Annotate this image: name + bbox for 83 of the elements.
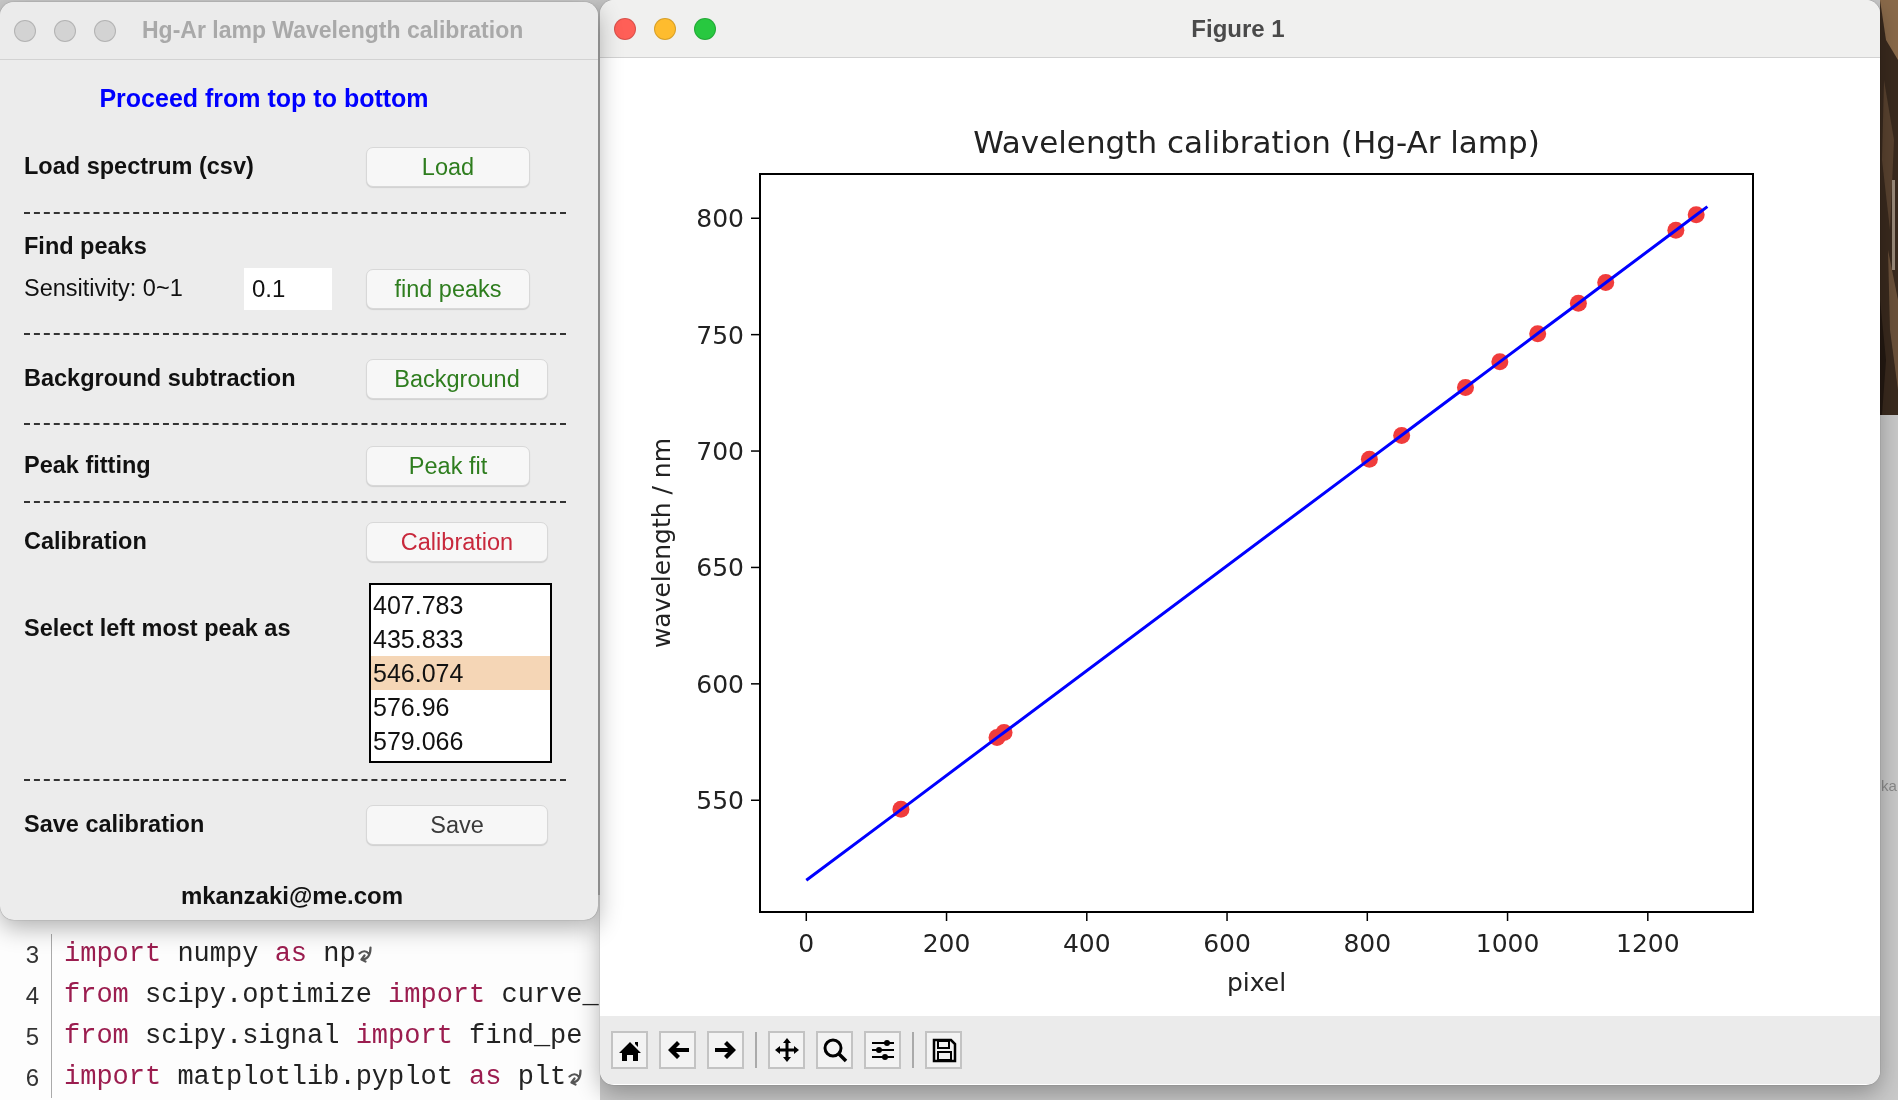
data-point — [892, 800, 910, 818]
tick-label: 650 — [696, 553, 744, 583]
toolbar-button[interactable] — [659, 1031, 696, 1069]
section-label: Calibration — [24, 527, 148, 557]
toolbar-button[interactable] — [768, 1031, 805, 1069]
tick-label: 600 — [1203, 929, 1251, 958]
tick-label: 800 — [696, 204, 744, 234]
toolbar-button[interactable] — [707, 1031, 744, 1069]
section-label: Find peaks — [24, 231, 148, 261]
axis-label: pixel — [1226, 968, 1287, 997]
data-point — [1569, 294, 1587, 312]
toolbar-button[interactable] — [816, 1031, 853, 1069]
peak-listbox[interactable]: 407.783 435.833 546.074 576.96 579.066 — [369, 583, 552, 763]
background-text: ka — [1881, 778, 1897, 793]
data-point — [1687, 206, 1705, 224]
tick-label: 800 — [1343, 929, 1392, 958]
data-point — [1597, 274, 1615, 291]
action-button[interactable]: Background — [366, 359, 548, 399]
toolbar-button[interactable] — [864, 1031, 901, 1069]
list-item[interactable]: 435.833 — [371, 622, 550, 656]
email-text: mkanzaki@me.com — [179, 881, 405, 911]
section-label: Select left most peak as — [24, 614, 292, 643]
tick-label: 200 — [922, 929, 971, 958]
close-button[interactable] — [614, 17, 636, 40]
toolbar-button[interactable] — [611, 1031, 648, 1069]
window-title: Figure 1 — [1190, 13, 1286, 44]
toolbar-button[interactable] — [925, 1031, 962, 1069]
action-button[interactable]: Load — [366, 147, 530, 187]
section-label: Load spectrum (csv) — [24, 152, 255, 182]
chart-title: Wavelength calibration (Hg-Ar lamp) — [973, 124, 1540, 160]
list-item[interactable]: 576.96 — [371, 690, 550, 724]
line-number: 3 — [0, 934, 52, 975]
tick-mark — [945, 911, 948, 922]
list-item[interactable]: 546.074 — [371, 656, 550, 690]
window-title: Hg-Ar lamp Wavelength calibration — [142, 16, 524, 46]
line-number: 6 — [0, 1057, 52, 1098]
code-line: from scipy.optimize import curve_ — [63, 979, 599, 1013]
code-line: from scipy.signal import find_pe — [63, 1020, 583, 1054]
tick-mark — [750, 799, 761, 801]
action-button[interactable]: Peak fit — [366, 445, 530, 486]
tick-label: 0 — [798, 929, 815, 958]
sensitivity-field[interactable]: 0.1 — [244, 268, 332, 310]
tick-label: 700 — [696, 437, 744, 467]
tick-mark — [805, 911, 808, 922]
axis-label: wavelength / nm — [647, 437, 676, 649]
data-point — [1457, 379, 1474, 396]
tick-mark — [750, 683, 761, 685]
data-point — [1667, 221, 1685, 239]
tick-mark — [750, 333, 761, 336]
section-label: Background subtraction — [24, 364, 297, 394]
data-point — [1393, 426, 1411, 444]
data-point — [1360, 450, 1378, 468]
tick-label: 750 — [696, 320, 744, 350]
instruction-text: Proceed from top to bottom — [98, 82, 430, 114]
code-line: import matplotlib.pyplot as plt — [63, 1061, 567, 1095]
line-number: 5 — [0, 1016, 52, 1057]
tick-mark — [750, 217, 761, 219]
list-item[interactable]: 579.066 — [371, 724, 550, 758]
data-point — [1491, 353, 1509, 371]
list-item[interactable]: 407.783 — [371, 588, 550, 622]
data-point — [995, 724, 1013, 741]
data-point — [1529, 325, 1547, 343]
code-line: import numpy as np — [63, 938, 356, 972]
tick-mark — [1506, 911, 1509, 922]
field-label: Sensitivity: 0~1 — [24, 274, 184, 304]
tick-label: 550 — [696, 786, 744, 816]
action-button[interactable]: find peaks — [366, 269, 530, 309]
tick-mark — [750, 450, 761, 452]
tick-mark — [1647, 911, 1649, 922]
tick-mark — [1226, 911, 1228, 922]
line-number: 4 — [0, 975, 52, 1016]
tick-label: 1200 — [1616, 929, 1680, 958]
tick-mark — [750, 566, 761, 569]
tick-label: 600 — [696, 669, 744, 699]
tick-mark — [1086, 911, 1088, 922]
tick-mark — [1366, 911, 1369, 922]
zoom-button[interactable] — [694, 17, 716, 40]
tick-label: 400 — [1062, 929, 1111, 958]
section-label: Peak fitting — [24, 450, 152, 480]
action-button[interactable]: Save — [366, 805, 548, 845]
action-button[interactable]: Calibration — [366, 522, 548, 562]
tick-label: 1000 — [1475, 929, 1540, 958]
section-label: Save calibration — [24, 810, 206, 840]
